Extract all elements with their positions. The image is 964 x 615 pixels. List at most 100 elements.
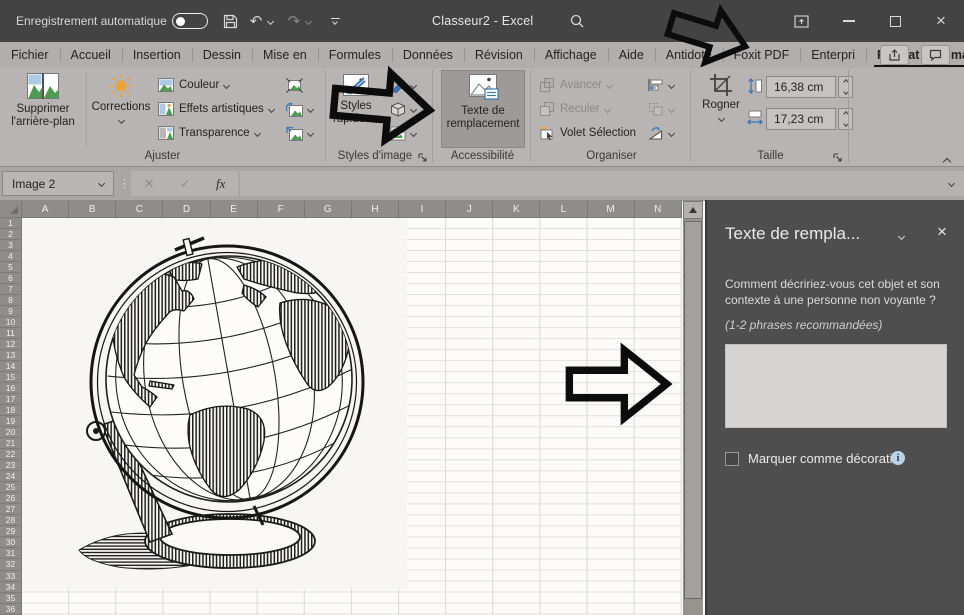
vertical-scrollbar[interactable]	[683, 201, 703, 615]
column-header[interactable]: M	[588, 201, 635, 218]
quick-styles-button[interactable]: Styles rapides	[332, 70, 380, 148]
row-header[interactable]: 7	[0, 284, 22, 295]
select-all-corner[interactable]	[0, 201, 22, 218]
row-header[interactable]: 34	[0, 582, 22, 593]
row-header[interactable]: 25	[0, 482, 22, 493]
group-objects-button[interactable]	[648, 98, 674, 120]
row-header[interactable]: 4	[0, 251, 22, 262]
tab-foxit-pdf[interactable]: Foxit PDF	[723, 42, 801, 68]
row-header[interactable]: 19	[0, 416, 22, 427]
enter-icon[interactable]: ✓	[180, 176, 191, 192]
height-input[interactable]: 16,38 cm	[766, 76, 836, 98]
column-header[interactable]: J	[446, 201, 493, 218]
column-header[interactable]: K	[493, 201, 540, 218]
row-header[interactable]: 29	[0, 526, 22, 537]
expand-formula-bar-icon[interactable]	[948, 180, 955, 187]
minimize-button[interactable]	[834, 0, 864, 42]
row-header[interactable]: 13	[0, 350, 22, 361]
maximize-button[interactable]	[880, 0, 910, 42]
redo-icon[interactable]: ↷	[284, 0, 304, 42]
remove-background-button[interactable]: Supprimer l'arrière-plan	[4, 70, 82, 148]
row-header[interactable]: 33	[0, 571, 22, 582]
column-header[interactable]: I	[399, 201, 446, 218]
height-stepper[interactable]	[838, 76, 853, 98]
undo-dropdown-icon[interactable]	[264, 0, 276, 42]
column-header[interactable]: L	[540, 201, 587, 218]
picture-layout-button[interactable]	[390, 122, 416, 144]
tab-fichier[interactable]: Fichier	[0, 42, 60, 68]
row-header[interactable]: 36	[0, 604, 22, 615]
column-header[interactable]: G	[305, 201, 352, 218]
tab-donnees[interactable]: Données	[392, 42, 464, 68]
styles-dialog-launcher-icon[interactable]	[417, 152, 429, 164]
row-header[interactable]: 14	[0, 361, 22, 372]
change-picture-button[interactable]	[286, 98, 313, 120]
bring-forward-button[interactable]: Avancer	[540, 74, 612, 96]
tab-accueil[interactable]: Accueil	[60, 42, 122, 68]
row-header[interactable]: 8	[0, 295, 22, 306]
row-header[interactable]: 23	[0, 460, 22, 471]
name-box-dropdown-icon[interactable]	[98, 180, 105, 187]
tab-insertion[interactable]: Insertion	[122, 42, 192, 68]
cancel-icon[interactable]: ✕	[144, 176, 155, 192]
row-header[interactable]: 20	[0, 427, 22, 438]
column-header[interactable]: E	[211, 201, 258, 218]
column-header[interactable]: F	[258, 201, 305, 218]
picture-border-button[interactable]	[390, 74, 416, 96]
ribbon-display-options-icon[interactable]	[786, 0, 816, 42]
selection-pane-button[interactable]: Volet Sélection	[540, 122, 636, 144]
row-header[interactable]: 32	[0, 559, 22, 570]
alt-text-input[interactable]	[725, 344, 947, 428]
compress-picture-button[interactable]	[286, 74, 303, 96]
row-header[interactable]: 31	[0, 548, 22, 559]
decorative-checkbox[interactable]	[725, 452, 739, 466]
column-header[interactable]: H	[352, 201, 399, 218]
row-header[interactable]: 28	[0, 515, 22, 526]
tab-dessin[interactable]: Dessin	[192, 42, 252, 68]
save-icon[interactable]	[218, 0, 242, 42]
name-box[interactable]: Image 2	[2, 171, 114, 196]
reset-picture-button[interactable]	[286, 122, 313, 144]
row-header[interactable]: 12	[0, 339, 22, 350]
row-header[interactable]: 21	[0, 438, 22, 449]
effets-artistiques-button[interactable]: Effets artistiques	[158, 98, 274, 120]
tab-antidote[interactable]: Antidote	[655, 42, 723, 68]
row-header[interactable]: 10	[0, 317, 22, 328]
row-header[interactable]: 26	[0, 493, 22, 504]
tab-mise-en-page[interactable]: Mise en	[252, 42, 318, 68]
formula-input[interactable]	[240, 171, 964, 196]
row-header[interactable]: 22	[0, 449, 22, 460]
row-header[interactable]: 35	[0, 593, 22, 604]
send-backward-button[interactable]: Reculer	[540, 98, 610, 120]
row-header[interactable]: 1	[0, 218, 22, 229]
search-icon[interactable]	[565, 0, 589, 42]
tab-revision[interactable]: Révision	[464, 42, 534, 68]
align-objects-button[interactable]	[648, 74, 674, 96]
column-header[interactable]: B	[69, 201, 116, 218]
autosave-toggle[interactable]	[172, 13, 208, 29]
taille-dialog-launcher-icon[interactable]	[832, 152, 844, 164]
info-icon[interactable]: i	[891, 451, 905, 465]
crop-button[interactable]: Rogner	[698, 70, 744, 148]
column-header[interactable]: N	[635, 201, 682, 218]
undo-icon[interactable]: ↶	[246, 0, 266, 42]
tab-enterprise[interactable]: Enterpri	[800, 42, 866, 68]
quick-access-menu-icon[interactable]	[326, 0, 344, 42]
scroll-up-icon[interactable]	[683, 201, 703, 219]
row-header[interactable]: 24	[0, 471, 22, 482]
row-header[interactable]: 11	[0, 328, 22, 339]
picture-globe[interactable]	[22, 219, 407, 589]
row-header[interactable]: 27	[0, 504, 22, 515]
alt-text-button[interactable]: Texte de remplacement	[441, 70, 525, 148]
row-header[interactable]: 17	[0, 394, 22, 405]
rotate-objects-button[interactable]	[648, 122, 674, 144]
transparence-button[interactable]: Transparence	[158, 122, 260, 144]
width-input[interactable]: 17,23 cm	[766, 108, 836, 130]
row-header[interactable]: 2	[0, 229, 22, 240]
row-header[interactable]: 30	[0, 537, 22, 548]
pane-options-icon[interactable]	[898, 233, 905, 240]
tab-formules[interactable]: Formules	[318, 42, 392, 68]
row-header[interactable]: 9	[0, 306, 22, 317]
row-header[interactable]: 3	[0, 240, 22, 251]
tab-affichage[interactable]: Affichage	[534, 42, 608, 68]
